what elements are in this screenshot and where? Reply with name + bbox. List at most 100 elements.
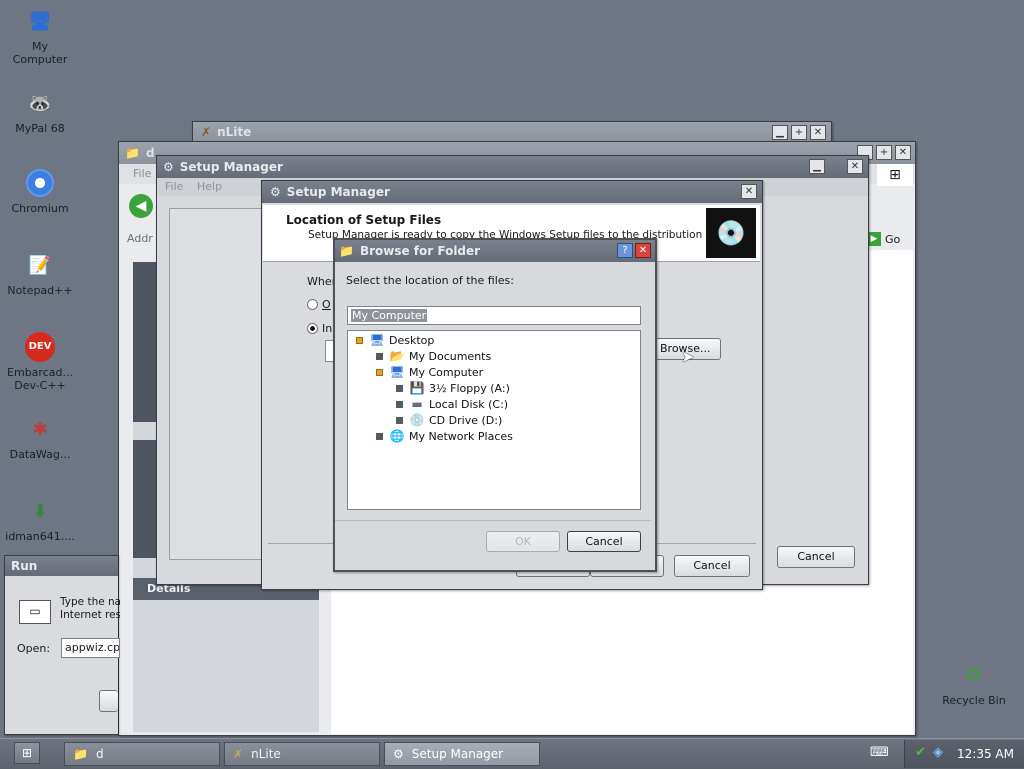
minimize-button[interactable]: ▁ bbox=[772, 125, 788, 140]
maximize-button[interactable]: + bbox=[876, 145, 892, 160]
explorer-title: d bbox=[145, 146, 155, 160]
open-input-value: appwiz.cpl bbox=[65, 641, 120, 654]
radio-option-b[interactable]: In bbox=[307, 322, 332, 335]
tree-item-my-computer[interactable]: 🖥 My Computer bbox=[376, 364, 483, 380]
minimize-button[interactable]: ▁ bbox=[809, 159, 825, 174]
address-label: Addr bbox=[127, 232, 153, 245]
back-button[interactable]: ◀ bbox=[129, 194, 153, 218]
radio-option-a[interactable]: O bbox=[307, 298, 331, 311]
taskbar-item-label: Setup Manager bbox=[411, 747, 504, 761]
desktop-icon-devcpp[interactable]: DEV Embarcad... Dev-C++ bbox=[0, 330, 80, 392]
desktop-icon-mypal[interactable]: 🦝 MyPal 68 bbox=[0, 86, 80, 135]
cancel-button[interactable]: Cancel bbox=[567, 531, 641, 552]
ok-button[interactable]: OK bbox=[486, 531, 560, 552]
desktop-icon-label: Notepad++ bbox=[7, 284, 73, 297]
desktop-icon-label: Embarcad... Dev-C++ bbox=[7, 366, 73, 392]
menu-file[interactable]: File bbox=[165, 180, 183, 193]
radio-icon bbox=[307, 299, 318, 310]
mouse-cursor-icon: ➤ bbox=[681, 347, 695, 366]
browse-prompt: Select the location of the files: bbox=[346, 274, 514, 287]
close-button[interactable]: ✕ bbox=[895, 145, 911, 160]
desktop-icon-idman[interactable]: ⬇ idman641.... bbox=[0, 494, 80, 543]
nlite-icon: ✗ bbox=[233, 747, 244, 761]
desktop-icon: 🖥 bbox=[369, 333, 385, 347]
maximize-button[interactable]: + bbox=[791, 125, 807, 140]
desktop-icon-my-computer[interactable]: 🖥 My Computer bbox=[0, 4, 80, 66]
run-titlebar: Run bbox=[5, 556, 118, 576]
start-button[interactable]: ⊞ bbox=[14, 742, 40, 764]
tree-item-desktop[interactable]: 🖥 Desktop bbox=[356, 332, 434, 348]
setup-icon: ⚙ bbox=[270, 185, 281, 199]
radio-option-a-label: O bbox=[322, 298, 331, 311]
folder-path-value: My Computer bbox=[351, 309, 428, 322]
chromium-icon bbox=[23, 166, 57, 200]
keyboard-icon[interactable]: ⌨ bbox=[870, 745, 889, 761]
tree-expander[interactable] bbox=[356, 336, 363, 344]
setup-back-panel bbox=[169, 208, 266, 560]
run-ok-button[interactable] bbox=[99, 690, 118, 712]
close-button[interactable]: ✕ bbox=[810, 125, 826, 140]
go-button[interactable]: ▶ Go bbox=[867, 230, 911, 248]
taskbar-item-d[interactable]: 📁 d bbox=[64, 742, 220, 766]
tree-expander[interactable] bbox=[396, 416, 403, 424]
desktop-icon-recycle-bin[interactable]: ♻ Recycle Bin bbox=[934, 658, 1014, 707]
folder-path-field[interactable]: My Computer bbox=[347, 306, 641, 325]
cancel-button[interactable]: Cancel bbox=[674, 555, 750, 577]
setup-icon: ⚙ bbox=[163, 160, 174, 174]
desktop-icon-label: Recycle Bin bbox=[942, 694, 1006, 707]
tree-item-label: 3½ Floppy (A:) bbox=[429, 381, 510, 395]
browse-folder-dialog: 📁 Browse for Folder ? ✕ Select the locat… bbox=[333, 238, 657, 572]
close-button[interactable]: ✕ bbox=[847, 159, 863, 174]
cd-drive-icon: 💿 bbox=[409, 413, 425, 427]
folder-tree[interactable]: 🖥 Desktop 📂 My Documents 🖥 My Computer 💾… bbox=[347, 330, 641, 510]
tray-network-icon[interactable]: ◈ bbox=[933, 745, 943, 760]
setup-manager-back-title: Setup Manager bbox=[179, 160, 283, 174]
raccoon-icon: 🦝 bbox=[28, 92, 52, 114]
desktop-icon-label: My Computer bbox=[12, 40, 68, 66]
open-input[interactable]: appwiz.cpl bbox=[61, 638, 120, 658]
menu-help[interactable]: Help bbox=[197, 180, 222, 193]
desktop-icon-label: MyPal 68 bbox=[15, 122, 65, 135]
tree-item-local-disk[interactable]: ▬ Local Disk (C:) bbox=[396, 396, 508, 412]
tree-item-cd-drive[interactable]: 💿 CD Drive (D:) bbox=[396, 412, 502, 428]
tree-expander[interactable] bbox=[376, 352, 383, 360]
clock[interactable]: 12:35 AM bbox=[957, 747, 1014, 761]
tree-item-floppy[interactable]: 💾 3½ Floppy (A:) bbox=[396, 380, 510, 396]
menu-file[interactable]: File bbox=[133, 167, 151, 180]
tree-expander[interactable] bbox=[376, 432, 383, 440]
setup-manager-front-title: Setup Manager bbox=[286, 185, 390, 199]
nlite-app-icon: ✗ bbox=[201, 125, 212, 139]
tree-expander[interactable] bbox=[376, 368, 383, 376]
browse-folder-title: Browse for Folder bbox=[359, 244, 481, 258]
taskbar-item-label: d bbox=[95, 747, 104, 761]
tree-expander[interactable] bbox=[396, 400, 403, 408]
wizard-header-title: Location of Setup Files bbox=[286, 213, 442, 227]
desktop-icon-notepadpp[interactable]: 📝 Notepad++ bbox=[0, 248, 80, 297]
tree-item-label: My Computer bbox=[409, 365, 484, 379]
tree-expander[interactable] bbox=[396, 384, 403, 392]
help-button[interactable]: ? bbox=[617, 243, 633, 258]
floppy-icon: 💾 bbox=[409, 381, 425, 395]
folder-icon: 📁 bbox=[339, 244, 354, 258]
cancel-button[interactable]: Cancel bbox=[777, 546, 855, 568]
folder-icon: 📁 bbox=[125, 146, 140, 160]
tree-item-label: My Documents bbox=[409, 349, 492, 363]
tree-item-label: CD Drive (D:) bbox=[429, 413, 503, 427]
tray-security-icon[interactable]: ✔ bbox=[915, 745, 926, 760]
disk-icon: ▬ bbox=[411, 397, 423, 411]
nlite-titlebar: ✗ nLite bbox=[193, 122, 831, 142]
taskbar-item-nlite[interactable]: ✗ nLite bbox=[224, 742, 380, 766]
nlite-title: nLite bbox=[217, 125, 252, 139]
radio-option-b-label: In bbox=[322, 322, 333, 335]
tree-item-network-places[interactable]: 🌐 My Network Places bbox=[376, 428, 513, 444]
taskbar-item-setup-manager[interactable]: ⚙ Setup Manager bbox=[384, 742, 540, 766]
run-dialog: Run ▭ Type the na Internet res Open: app… bbox=[4, 555, 120, 735]
tree-item-my-documents[interactable]: 📂 My Documents bbox=[376, 348, 491, 364]
close-button[interactable]: ✕ bbox=[635, 243, 651, 258]
desktop-icon-label: DataWag... bbox=[9, 448, 71, 461]
notepadpp-icon: 📝 bbox=[28, 254, 52, 276]
desktop-icon-chromium[interactable]: Chromium bbox=[0, 166, 80, 215]
close-button[interactable]: ✕ bbox=[741, 184, 757, 199]
desktop-icon-datawag[interactable]: ✱ DataWag... bbox=[0, 412, 80, 461]
radio-selected-icon bbox=[307, 323, 318, 334]
